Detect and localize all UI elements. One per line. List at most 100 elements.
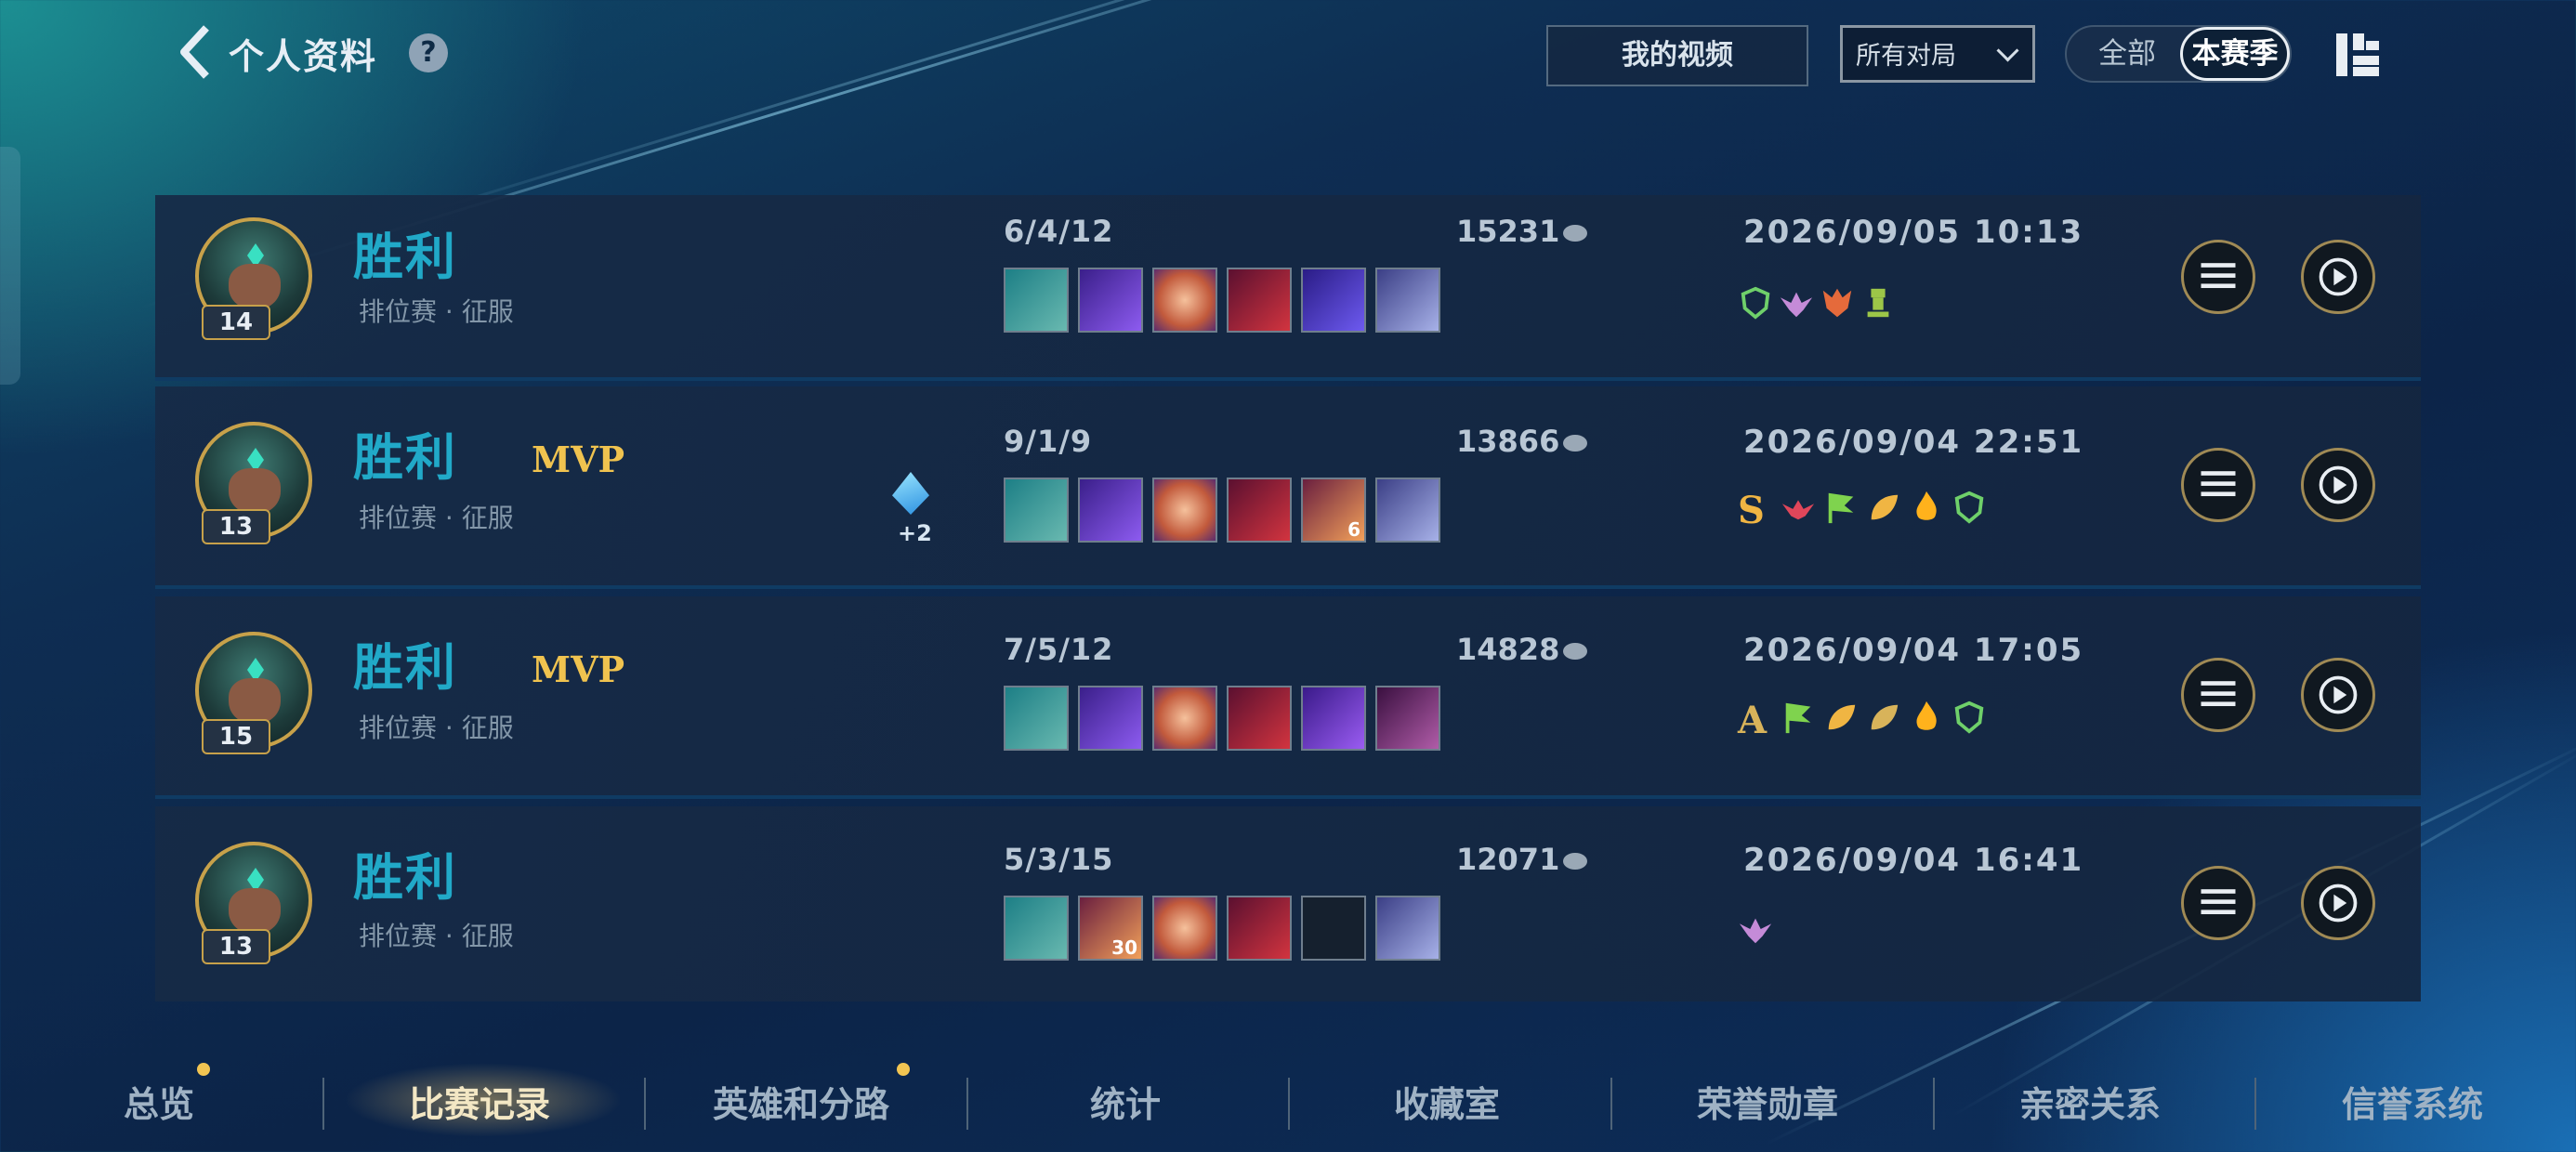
item-orb-icon (1152, 686, 1217, 751)
item-sword-icon (1004, 478, 1069, 543)
match-mode: 排位赛 · 征服 (359, 713, 514, 743)
match-card[interactable]: 15 胜利 MVP 排位赛 · 征服 7/5/12 14828 2026/09/… (155, 596, 2421, 799)
replay-icon[interactable] (2301, 658, 2375, 732)
chevron-down-icon (1996, 39, 2019, 62)
layout-grid-icon[interactable] (2336, 33, 2379, 76)
item-boots-icon (1375, 478, 1440, 543)
replay-icon[interactable] (2301, 448, 2375, 522)
item-red-blade-icon (1227, 478, 1292, 543)
item-red-blade-icon (1227, 896, 1292, 961)
item-orb-icon (1152, 478, 1217, 543)
leaf-badge-icon (1828, 704, 1856, 730)
tab-divider (1933, 1078, 1935, 1130)
match-result: 胜利 (353, 428, 457, 487)
item-boots-icon (1375, 896, 1440, 961)
match-filter-value: 所有对局 (1856, 42, 1956, 71)
flag-badge-icon (1785, 702, 1811, 734)
details-list-icon[interactable] (2181, 866, 2255, 940)
help-button[interactable]: ? (409, 33, 448, 72)
toggle-all[interactable]: 全部 (2076, 27, 2178, 81)
tab-stats[interactable]: 统计 (1090, 1076, 1161, 1127)
match-mode: 排位赛 · 征服 (359, 503, 514, 533)
replay-icon[interactable] (2301, 866, 2375, 940)
tab-honor[interactable]: 荣誉勋章 (1697, 1076, 1838, 1127)
match-filter-select[interactable]: 所有对局 (1840, 25, 2035, 83)
tab-relationships[interactable]: 亲密关系 (2019, 1076, 2161, 1127)
side-drawer-handle[interactable] (0, 147, 20, 385)
item-purple-blade-icon (1078, 478, 1143, 543)
prism-count: +2 (898, 520, 932, 546)
fire-badge-icon (1916, 491, 1937, 520)
match-result: 胜利 (353, 228, 457, 286)
demon-badge-icon (1822, 288, 1852, 318)
back-arrow-icon[interactable] (178, 24, 212, 80)
tab-divider (644, 1078, 646, 1130)
replay-icon[interactable] (2301, 240, 2375, 314)
item-crystal-icon (1301, 686, 1366, 751)
leaf-badge-icon (1871, 494, 1899, 520)
gold-total: 13866 (1456, 424, 1588, 459)
match-card[interactable]: 14 胜利 排位赛 · 征服 6/4/12 15231 2026/09/05 1… (155, 195, 2421, 381)
gold-coin-icon (1563, 435, 1588, 452)
tab-divider (966, 1078, 968, 1130)
fire-badge-icon (1916, 700, 1937, 730)
shield-badge-icon (1954, 491, 1984, 524)
gold-total: 12071 (1456, 842, 1588, 877)
tab-divider (2254, 1078, 2256, 1130)
match-result: 胜利 (353, 638, 457, 697)
match-result: 胜利 (353, 848, 457, 907)
tab-reputation[interactable]: 信誉系统 (2342, 1076, 2483, 1127)
mvp-badge: MVP (532, 439, 625, 480)
season-toggle: 全部 本赛季 (2065, 25, 2292, 83)
match-date: 2026/09/04 22:51 (1743, 424, 2084, 461)
item-boots-icon (1375, 268, 1440, 333)
kda: 9/1/9 (1004, 424, 1093, 459)
tab-divider (322, 1078, 324, 1130)
item-red-blade-icon (1227, 268, 1292, 333)
details-list-icon[interactable] (2181, 658, 2255, 732)
leaf-badge-icon (1871, 704, 1899, 730)
gold-total: 15231 (1456, 214, 1588, 249)
wings-badge-icon (1781, 500, 1815, 520)
toggle-current-season[interactable]: 本赛季 (2180, 27, 2290, 81)
hero-level: 14 (202, 305, 270, 340)
grade-letter: A (1738, 699, 1768, 742)
kda: 6/4/12 (1004, 214, 1114, 249)
tab-overview[interactable]: 总览 (124, 1076, 194, 1127)
match-date: 2026/09/05 10:13 (1743, 214, 2084, 251)
tab-collection[interactable]: 收藏室 (1394, 1076, 1500, 1127)
gold-value: 15231 (1456, 214, 1560, 249)
my-videos-button[interactable]: 我的视频 (1546, 25, 1808, 86)
details-list-icon[interactable] (2181, 240, 2255, 314)
match-date: 2026/09/04 17:05 (1743, 632, 2084, 669)
tab-divider (1610, 1078, 1612, 1130)
tower-badge-icon (1867, 288, 1889, 318)
notification-dot (197, 1063, 210, 1076)
tab-heroes-lanes[interactable]: 英雄和分路 (713, 1076, 889, 1127)
gold-value: 13866 (1456, 424, 1560, 459)
item-red-blade-icon (1227, 686, 1292, 751)
tab-match-history[interactable]: 比赛记录 (409, 1076, 550, 1127)
item-orb-icon (1152, 268, 1217, 333)
match-mode: 排位赛 · 征服 (359, 921, 514, 951)
tab-divider (1288, 1078, 1290, 1130)
mvp-badge: MVP (532, 648, 625, 690)
grade-letter: S (1738, 489, 1765, 532)
wings-badge-icon (1780, 292, 1813, 318)
details-list-icon[interactable] (2181, 448, 2255, 522)
gold-value: 14828 (1456, 632, 1560, 667)
item-sword-icon (1004, 686, 1069, 751)
match-card[interactable]: 13 胜利 排位赛 · 征服 5/3/15 12071 2026/09/04 1… (155, 806, 2421, 1001)
gold-coin-icon (1563, 225, 1588, 242)
gold-value: 12071 (1456, 842, 1560, 877)
notification-dot (897, 1063, 910, 1076)
match-date: 2026/09/04 16:41 (1743, 842, 2084, 879)
item-empty-slot (1301, 896, 1366, 961)
flag-badge-icon (1828, 492, 1854, 524)
item-orb-icon (1152, 896, 1217, 961)
item-stack-count: 6 (1347, 518, 1360, 541)
kda: 7/5/12 (1004, 632, 1114, 667)
item-purple-blade-icon (1078, 268, 1143, 333)
match-card[interactable]: 13 胜利 MVP 排位赛 · 征服 +2 9/1/9 13866 2026/0… (155, 386, 2421, 589)
hero-level: 15 (202, 719, 270, 754)
